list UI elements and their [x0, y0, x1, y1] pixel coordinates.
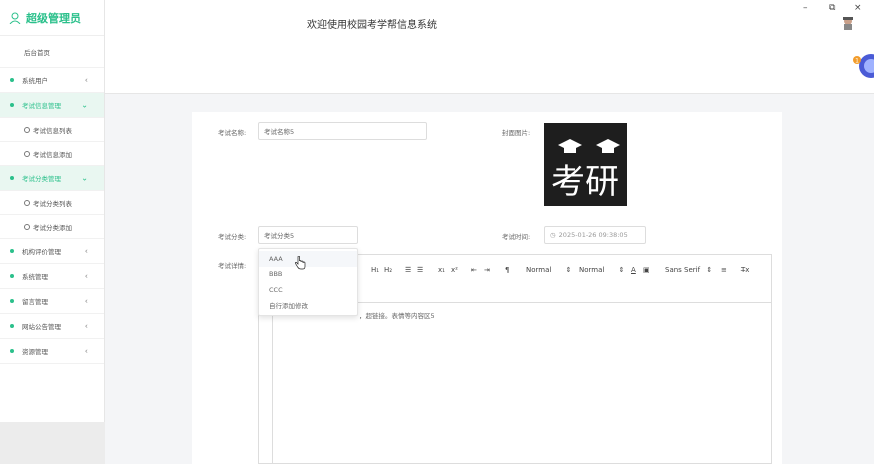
indent-button[interactable]: ⇥: [484, 266, 490, 274]
chevron-left-icon: ‹: [84, 271, 88, 281]
updown-icon: ⇕: [565, 266, 572, 274]
cover-text: 考研: [551, 162, 619, 202]
size-select-1[interactable]: Normal ⇕: [526, 266, 571, 274]
chevron-left-icon: ‹: [84, 296, 88, 306]
chevron-left-icon: ‹: [84, 346, 88, 356]
list-icon: [24, 126, 30, 133]
exam-category-select[interactable]: 考试分类5: [258, 226, 358, 244]
cover-image[interactable]: 考研: [544, 123, 627, 206]
sidebar-item-exam-category[interactable]: 考试分类管理 ⌄: [0, 166, 104, 191]
exam-detail-label: 考试详情:: [218, 262, 247, 270]
editor-content[interactable]: ，超链接。表情等内容区5: [359, 310, 435, 320]
cover-image-label: 封面图片:: [502, 129, 531, 137]
graduation-cap-icon: 考研: [544, 123, 627, 206]
font-family-select[interactable]: Sans Serif ⇕: [665, 266, 712, 274]
background-color-button[interactable]: ▣: [643, 266, 650, 274]
superscript-button[interactable]: x²: [451, 266, 458, 274]
subscript-button[interactable]: x₁: [438, 266, 445, 274]
hand-cursor-icon: [295, 256, 306, 270]
exam-time-label: 考试时间:: [502, 233, 531, 241]
brand-title: 超级管理员: [26, 11, 81, 25]
align-button[interactable]: ≡: [721, 266, 727, 274]
exam-time-input[interactable]: ◷ 2025-01-26 09:38:05: [544, 226, 646, 244]
dot-icon: [10, 274, 14, 278]
sidebar: 超级管理员 后台首页 系统用户 ‹ 考试信息管理 ⌄ 考试信息列表 考试信息添加 考…: [0, 0, 105, 464]
dot-icon: [10, 176, 14, 180]
minimize-button[interactable]: –: [803, 3, 808, 13]
chevron-left-icon: ‹: [84, 321, 88, 331]
sidebar-subitem-exam-category-list[interactable]: 考试分类列表: [0, 191, 104, 215]
sidebar-item-system-users[interactable]: 系统用户 ‹: [0, 68, 104, 93]
brand: 超级管理员: [0, 0, 104, 36]
dropdown-option[interactable]: BBB: [259, 267, 357, 283]
sidebar-item-announcements[interactable]: 网站公告管理 ‹: [0, 314, 104, 339]
page-title: 欢迎使用校园考学帮信息系统: [307, 20, 437, 31]
close-button[interactable]: ×: [854, 3, 862, 13]
sidebar-subitem-exam-info-add[interactable]: 考试信息添加: [0, 142, 104, 166]
dot-icon: [10, 299, 14, 303]
sidebar-subitem-exam-category-add[interactable]: 考试分类添加: [0, 215, 104, 239]
size-select-2[interactable]: Normal ⇕: [579, 266, 624, 274]
ordered-list-button[interactable]: ☰: [405, 266, 411, 274]
restore-button[interactable]: ⧉: [829, 3, 835, 13]
dot-icon: [10, 103, 14, 107]
dropdown-option[interactable]: CCC: [259, 282, 357, 298]
chevron-down-icon: ⌄: [81, 173, 88, 183]
exam-name-input[interactable]: 考试名称5: [258, 122, 427, 140]
heading2-button[interactable]: H₂: [384, 266, 392, 274]
category-dropdown: AAA BBB CCC 自行添加修改: [258, 248, 358, 316]
sidebar-subitem-exam-info-list[interactable]: 考试信息列表: [0, 118, 104, 142]
text-direction-button[interactable]: ¶: [505, 266, 509, 274]
dot-icon: [10, 249, 14, 253]
user-icon: [9, 12, 21, 24]
exam-name-label: 考试名称:: [218, 129, 247, 137]
font-color-button[interactable]: A: [631, 266, 636, 274]
sidebar-item-exam-info[interactable]: 考试信息管理 ⌄: [0, 93, 104, 118]
chevron-down-icon: ⌄: [81, 100, 88, 110]
outdent-button[interactable]: ⇤: [471, 266, 477, 274]
assistant-widget-icon[interactable]: 1: [853, 50, 874, 80]
editor-divider: [272, 303, 273, 464]
clear-format-button[interactable]: T̶x: [741, 266, 749, 274]
header: 欢迎使用校园考学帮信息系统 – ⧉ × 1: [105, 0, 874, 94]
avatar[interactable]: [842, 16, 854, 30]
notification-badge: 1: [855, 58, 859, 65]
updown-icon: ⇕: [706, 266, 713, 274]
add-icon: [24, 150, 30, 157]
bullet-list-button[interactable]: ☰: [417, 266, 423, 274]
sidebar-item-home[interactable]: 后台首页: [0, 36, 104, 68]
add-icon: [24, 223, 30, 230]
sidebar-item-org-review[interactable]: 机构评价管理 ‹: [0, 239, 104, 264]
heading1-button[interactable]: H₁: [371, 266, 379, 274]
sidebar-item-system[interactable]: 系统管理 ‹: [0, 264, 104, 289]
dot-icon: [10, 324, 14, 328]
chevron-left-icon: ‹: [84, 75, 88, 85]
dropdown-option[interactable]: AAA: [259, 251, 357, 267]
sidebar-item-messages[interactable]: 留言管理 ‹: [0, 289, 104, 314]
list-icon: [24, 199, 30, 206]
clock-icon: ◷: [550, 231, 556, 239]
dropdown-option[interactable]: 自行添加修改: [259, 298, 357, 314]
exam-category-label: 考试分类:: [218, 233, 247, 241]
dot-icon: [10, 349, 14, 353]
sidebar-item-resources[interactable]: 资源管理 ‹: [0, 339, 104, 364]
updown-icon: ⇕: [618, 266, 625, 274]
sidebar-footer: [0, 422, 105, 464]
dot-icon: [10, 78, 14, 82]
chevron-left-icon: ‹: [84, 246, 88, 256]
